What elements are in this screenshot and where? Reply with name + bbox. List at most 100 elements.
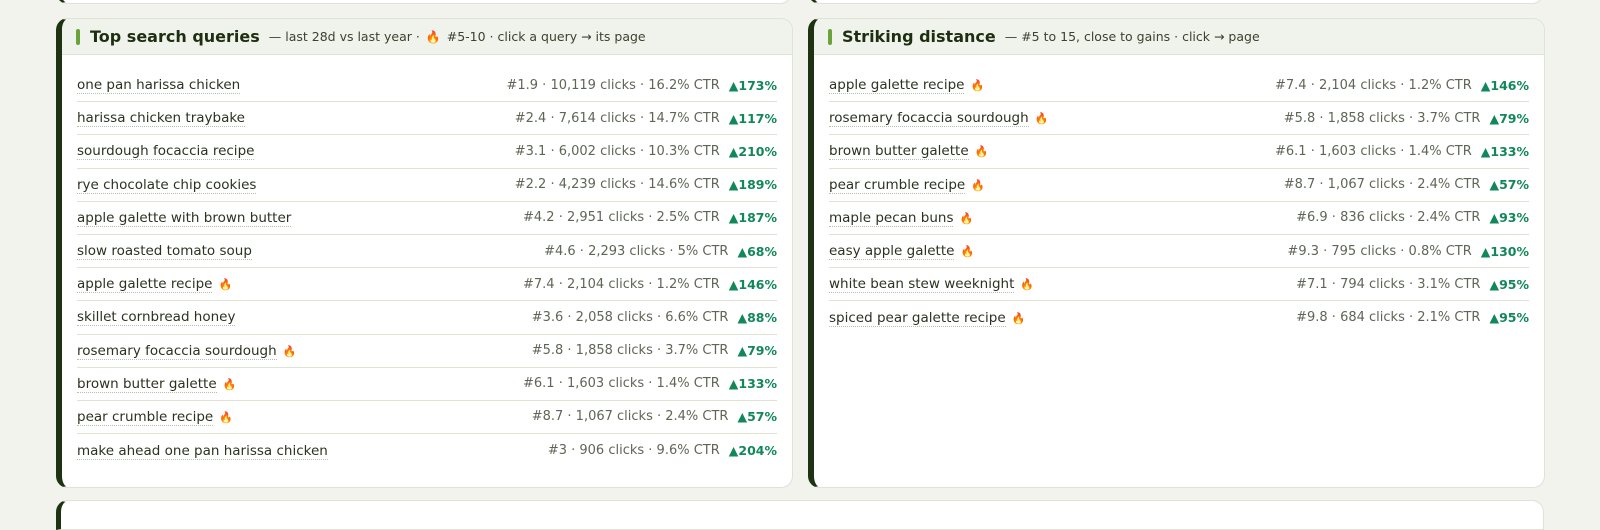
query-text: apple galette with brown butter — [77, 209, 292, 227]
query-text: white bean stew weeknight — [829, 276, 1015, 294]
query-stats: #7.4 · 2,104 clicks · 1.2% CTR ▲146% — [523, 277, 777, 292]
previous-panel-edge-right — [808, 0, 1544, 4]
query-row[interactable]: harissa chicken traybake #2.4 · 7,614 cli… — [77, 102, 777, 136]
delta-badge: ▲95% — [1489, 310, 1529, 326]
query-link[interactable]: one pan harissa chicken — [77, 77, 241, 95]
stats-text: #9.3 · 795 clicks · 0.8% CTR — [1287, 243, 1472, 259]
delta-badge: ▲133% — [1480, 143, 1529, 159]
stats-text: #4.2 · 2,951 clicks · 2.5% CTR — [523, 210, 720, 226]
query-text: spiced pear galette recipe — [829, 309, 1006, 327]
delta-badge: ▲95% — [1489, 276, 1529, 292]
stats-text: #3.1 · 6,002 clicks · 10.3% CTR — [514, 143, 720, 159]
query-row[interactable]: slow roasted tomato soup #4.6 · 2,293 cli… — [77, 235, 777, 269]
query-text: apple galette recipe — [829, 77, 965, 95]
delta-badge: ▲79% — [1489, 110, 1529, 126]
query-list: one pan harissa chicken #1.9 · 10,119 cli… — [62, 55, 792, 467]
stats-text: #4.6 · 2,293 clicks · 5% CTR — [544, 243, 729, 259]
query-row[interactable]: pear crumble recipe 🔥 #8.7 · 1,067 clicks … — [829, 169, 1529, 202]
query-text: rosemary focaccia sourdough — [829, 110, 1029, 128]
query-link[interactable]: rye chocolate chip cookies — [77, 176, 257, 194]
delta-badge: ▲79% — [737, 343, 777, 359]
query-link[interactable]: apple galette with brown butter — [77, 209, 292, 227]
delta-badge: ▲173% — [728, 77, 777, 93]
delta-badge: ▲130% — [1480, 243, 1529, 259]
panel-title: Striking distance — [842, 27, 996, 46]
query-link[interactable]: brown butter galette 🔥 — [77, 375, 238, 393]
query-row[interactable]: apple galette with brown butter #4.2 · 2,… — [77, 202, 777, 235]
previous-panel-edge — [56, 0, 792, 4]
query-link[interactable]: rosemary focaccia sourdough 🔥 — [77, 342, 298, 360]
query-row[interactable]: make ahead one pan harissa chicken #3 · 9… — [77, 434, 777, 467]
query-link[interactable]: skillet cornbread honey — [77, 309, 236, 327]
query-stats: #6.1 · 1,603 clicks · 1.4% CTR ▲133% — [523, 376, 777, 391]
striking-distance-panel: Striking distance — #5 to 15, close to g… — [808, 18, 1545, 488]
query-row[interactable]: one pan harissa chicken #1.9 · 10,119 cli… — [77, 69, 777, 103]
query-row[interactable]: apple galette recipe 🔥 #7.4 · 2,104 clicks… — [829, 69, 1529, 103]
stats-text: #9.8 · 684 clicks · 2.1% CTR — [1296, 310, 1481, 326]
query-link[interactable]: apple galette recipe 🔥 — [77, 276, 234, 294]
query-text: pear crumble recipe — [77, 408, 214, 426]
next-panel-edge — [56, 500, 1544, 530]
stats-text: #8.7 · 1,067 clicks · 2.4% CTR — [531, 409, 729, 425]
query-link[interactable]: rosemary focaccia sourdough 🔥 — [829, 110, 1050, 128]
query-link[interactable]: maple pecan buns 🔥 — [829, 209, 975, 227]
delta-badge: ▲204% — [728, 443, 777, 459]
query-link[interactable]: apple galette recipe 🔥 — [829, 77, 986, 95]
query-text: pear crumble recipe — [829, 176, 966, 194]
query-row[interactable]: rosemary focaccia sourdough 🔥 #5.8 · 1,858… — [77, 335, 777, 368]
query-row[interactable]: skillet cornbread honey #3.6 · 2,058 clic… — [77, 301, 777, 335]
query-link[interactable]: sourdough focaccia recipe — [77, 143, 255, 161]
delta-badge: ▲146% — [728, 276, 777, 292]
query-row[interactable]: maple pecan buns 🔥 #6.9 · 836 clicks · 2.4… — [829, 202, 1529, 235]
stats-text: #2.2 · 4,239 clicks · 14.6% CTR — [514, 177, 720, 193]
query-row[interactable]: spiced pear galette recipe 🔥 #9.8 · 684 cl… — [829, 301, 1529, 334]
query-stats: #5.8 · 1,858 clicks · 3.7% CTR ▲79% — [1284, 111, 1529, 126]
query-stats: #7.4 · 2,104 clicks · 1.2% CTR ▲146% — [1275, 78, 1529, 93]
panel-header: Top search queries — last 28d vs last ye… — [62, 19, 792, 55]
query-row[interactable]: sourdough focaccia recipe #3.1 · 6,002 cl… — [77, 135, 777, 169]
flame-icon: 🔥 — [1011, 311, 1026, 325]
query-link[interactable]: easy apple galette 🔥 — [829, 243, 976, 261]
query-row[interactable]: brown butter galette 🔥 #6.1 · 1,603 clicks… — [77, 368, 777, 401]
query-row[interactable]: pear crumble recipe 🔥 #8.7 · 1,067 clicks … — [77, 401, 777, 435]
query-text: sourdough focaccia recipe — [77, 143, 255, 161]
accent-bar — [828, 28, 832, 45]
query-stats: #3.1 · 6,002 clicks · 10.3% CTR ▲210% — [515, 144, 777, 159]
query-stats: #6.9 · 836 clicks · 2.4% CTR ▲93% — [1296, 210, 1529, 225]
panel-subtitle: — last 28d vs last year · 🔥 #5-10 · clic… — [269, 29, 646, 44]
stats-text: #5.8 · 1,858 clicks · 3.7% CTR — [1283, 110, 1481, 126]
delta-badge: ▲146% — [1480, 77, 1529, 93]
query-text: brown butter galette — [829, 143, 969, 161]
query-stats: #7.1 · 794 clicks · 3.1% CTR ▲95% — [1296, 277, 1529, 292]
delta-badge: ▲117% — [728, 110, 777, 126]
top-search-queries-panel: Top search queries — last 28d vs last ye… — [56, 18, 793, 488]
flame-icon: 🔥 — [222, 377, 237, 391]
panel-subtitle: — #5 to 15, close to gains · click → pag… — [1004, 29, 1260, 44]
query-link[interactable]: slow roasted tomato soup — [77, 243, 252, 261]
stats-text: #7.4 · 2,104 clicks · 1.2% CTR — [523, 276, 720, 292]
query-text: skillet cornbread honey — [77, 309, 236, 327]
query-text: slow roasted tomato soup — [77, 243, 252, 261]
query-row[interactable]: easy apple galette 🔥 #9.3 · 795 clicks · 0… — [829, 235, 1529, 269]
query-row[interactable]: rye chocolate chip cookies #2.2 · 4,239 c… — [77, 169, 777, 202]
query-row[interactable]: rosemary focaccia sourdough 🔥 #5.8 · 1,858… — [829, 102, 1529, 136]
query-link[interactable]: spiced pear galette recipe 🔥 — [829, 309, 1027, 327]
delta-badge: ▲187% — [728, 210, 777, 226]
query-link[interactable]: white bean stew weeknight 🔥 — [829, 276, 1036, 294]
query-row[interactable]: white bean stew weeknight 🔥 #7.1 · 794 cli… — [829, 268, 1529, 302]
query-link[interactable]: make ahead one pan harissa chicken — [77, 442, 328, 460]
stats-text: #7.1 · 794 clicks · 3.1% CTR — [1296, 276, 1481, 292]
panel-title: Top search queries — [90, 27, 260, 46]
query-row[interactable]: apple galette recipe 🔥 #7.4 · 2,104 clicks… — [77, 268, 777, 302]
query-text: brown butter galette — [77, 375, 217, 393]
flame-icon: 🔥 — [971, 178, 985, 192]
delta-badge: ▲210% — [728, 143, 777, 159]
stats-text: #3.6 · 2,058 clicks · 6.6% CTR — [531, 309, 729, 325]
query-link[interactable]: brown butter galette 🔥 — [829, 143, 990, 161]
query-link[interactable]: pear crumble recipe 🔥 — [829, 176, 987, 194]
query-link[interactable]: harissa chicken traybake — [77, 110, 245, 128]
query-link[interactable]: pear crumble recipe 🔥 — [77, 408, 235, 426]
query-row[interactable]: brown butter galette 🔥 #6.1 · 1,603 clicks… — [829, 135, 1529, 169]
panel-header: Striking distance — #5 to 15, close to g… — [814, 19, 1544, 55]
query-stats: #4.6 · 2,293 clicks · 5% CTR ▲68% — [544, 244, 777, 259]
